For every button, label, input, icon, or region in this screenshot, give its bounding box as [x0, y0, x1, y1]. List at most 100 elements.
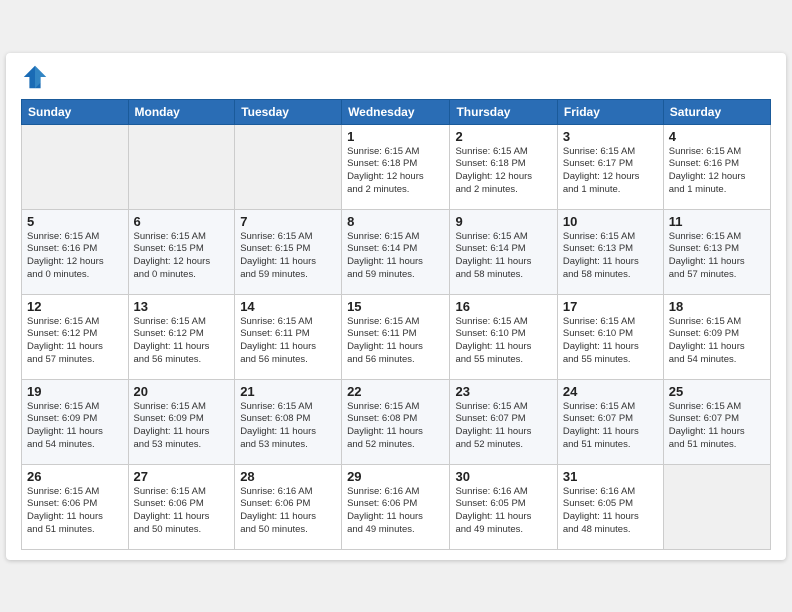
- day-cell: 2Sunrise: 6:15 AMSunset: 6:18 PMDaylight…: [450, 124, 557, 209]
- day-number: 16: [455, 299, 551, 314]
- weekday-saturday: Saturday: [663, 99, 770, 124]
- day-cell: [663, 464, 770, 549]
- day-number: 19: [27, 384, 123, 399]
- day-info: Sunrise: 6:15 AMSunset: 6:14 PMDaylight:…: [455, 231, 551, 282]
- day-cell: 25Sunrise: 6:15 AMSunset: 6:07 PMDayligh…: [663, 379, 770, 464]
- calendar-grid: SundayMondayTuesdayWednesdayThursdayFrid…: [21, 99, 771, 550]
- day-info: Sunrise: 6:15 AMSunset: 6:07 PMDaylight:…: [563, 401, 658, 452]
- day-number: 29: [347, 469, 444, 484]
- day-cell: 18 Sunrise: 6:15 AMSunset: 6:09 PMDayligh…: [663, 294, 770, 379]
- day-number: 14: [240, 299, 336, 314]
- day-cell: 15 Sunrise: 6:15 AMSunset: 6:11 PMDayligh…: [342, 294, 450, 379]
- day-info: Sunrise: 6:15 AMSunset: 6:15 PMDaylight:…: [240, 231, 336, 282]
- week-row-3: 12 Sunrise: 6:15 AMSunset: 6:12 PMDayligh…: [22, 294, 771, 379]
- day-cell: 4 Sunrise: 6:15 AMSunset: 6:16 PMDaylight…: [663, 124, 770, 209]
- week-row-4: 19 Sunrise: 6:15 AMSunset: 6:09 PMDayligh…: [22, 379, 771, 464]
- day-info: Sunrise: 6:15 AMSunset: 6:17 PMDaylight:…: [563, 146, 658, 197]
- day-number: 8: [347, 214, 444, 229]
- day-info: Sunrise: 6:16 AMSunset: 6:06 PMDaylight:…: [240, 486, 336, 537]
- day-number: 10: [563, 214, 658, 229]
- weekday-monday: Monday: [128, 99, 235, 124]
- day-number: 4: [669, 129, 765, 144]
- day-cell: 23Sunrise: 6:15 AMSunset: 6:07 PMDayligh…: [450, 379, 557, 464]
- day-cell: [235, 124, 342, 209]
- weekday-tuesday: Tuesday: [235, 99, 342, 124]
- day-cell: 16 Sunrise: 6:15 AMSunset: 6:10 PMDayligh…: [450, 294, 557, 379]
- day-info: Sunrise: 6:15 AMSunset: 6:09 PMDaylight:…: [134, 401, 230, 452]
- day-info: Sunrise: 6:15 AMSunset: 6:12 PMDaylight:…: [134, 316, 230, 367]
- weekday-friday: Friday: [557, 99, 663, 124]
- day-info: Sunrise: 6:15 AMSunset: 6:08 PMDaylight:…: [347, 401, 444, 452]
- day-cell: 17 Sunrise: 6:15 AMSunset: 6:10 PMDayligh…: [557, 294, 663, 379]
- day-number: 9: [455, 214, 551, 229]
- day-cell: 6 Sunrise: 6:15 AMSunset: 6:15 PMDaylight…: [128, 209, 235, 294]
- day-info: Sunrise: 6:15 AMSunset: 6:13 PMDaylight:…: [669, 231, 765, 282]
- day-number: 21: [240, 384, 336, 399]
- day-info: Sunrise: 6:16 AMSunset: 6:05 PMDaylight:…: [563, 486, 658, 537]
- day-cell: 13 Sunrise: 6:15 AMSunset: 6:12 PMDayligh…: [128, 294, 235, 379]
- day-cell: 19 Sunrise: 6:15 AMSunset: 6:09 PMDayligh…: [22, 379, 129, 464]
- week-row-5: 26 Sunrise: 6:15 AMSunset: 6:06 PMDayligh…: [22, 464, 771, 549]
- day-number: 27: [134, 469, 230, 484]
- day-cell: 28Sunrise: 6:16 AMSunset: 6:06 PMDayligh…: [235, 464, 342, 549]
- day-cell: 5 Sunrise: 6:15 AMSunset: 6:16 PMDaylight…: [22, 209, 129, 294]
- day-info: Sunrise: 6:16 AMSunset: 6:05 PMDaylight:…: [455, 486, 551, 537]
- day-cell: 20 Sunrise: 6:15 AMSunset: 6:09 PMDayligh…: [128, 379, 235, 464]
- day-info: Sunrise: 6:15 AMSunset: 6:09 PMDaylight:…: [27, 401, 123, 452]
- day-number: 6: [134, 214, 230, 229]
- day-cell: 27 Sunrise: 6:15 AMSunset: 6:06 PMDayligh…: [128, 464, 235, 549]
- day-info: Sunrise: 6:15 AMSunset: 6:16 PMDaylight:…: [27, 231, 123, 282]
- day-cell: 31 Sunrise: 6:16 AMSunset: 6:05 PMDayligh…: [557, 464, 663, 549]
- weekday-sunday: Sunday: [22, 99, 129, 124]
- day-cell: 12Sunrise: 6:15 AMSunset: 6:12 PMDayligh…: [22, 294, 129, 379]
- day-info: Sunrise: 6:15 AMSunset: 6:07 PMDaylight:…: [455, 401, 551, 452]
- day-info: Sunrise: 6:15 AMSunset: 6:06 PMDaylight:…: [27, 486, 123, 537]
- day-number: 3: [563, 129, 658, 144]
- day-info: Sunrise: 6:15 AMSunset: 6:10 PMDaylight:…: [455, 316, 551, 367]
- day-cell: 26 Sunrise: 6:15 AMSunset: 6:06 PMDayligh…: [22, 464, 129, 549]
- day-info: Sunrise: 6:15 AMSunset: 6:14 PMDaylight:…: [347, 231, 444, 282]
- weekday-wednesday: Wednesday: [342, 99, 450, 124]
- day-cell: 10Sunrise: 6:15 AMSunset: 6:13 PMDayligh…: [557, 209, 663, 294]
- day-info: Sunrise: 6:15 AMSunset: 6:11 PMDaylight:…: [347, 316, 444, 367]
- day-number: 18: [669, 299, 765, 314]
- week-row-1: 1Sunrise: 6:15 AMSunset: 6:18 PMDaylight…: [22, 124, 771, 209]
- day-info: Sunrise: 6:15 AMSunset: 6:06 PMDaylight:…: [134, 486, 230, 537]
- day-number: 22: [347, 384, 444, 399]
- day-number: 20: [134, 384, 230, 399]
- weekday-header-row: SundayMondayTuesdayWednesdayThursdayFrid…: [22, 99, 771, 124]
- day-cell: 30Sunrise: 6:16 AMSunset: 6:05 PMDayligh…: [450, 464, 557, 549]
- day-cell: 3 Sunrise: 6:15 AMSunset: 6:17 PMDaylight…: [557, 124, 663, 209]
- header: [21, 63, 771, 91]
- day-info: Sunrise: 6:15 AMSunset: 6:15 PMDaylight:…: [134, 231, 230, 282]
- day-number: 17: [563, 299, 658, 314]
- day-cell: [22, 124, 129, 209]
- day-cell: 8 Sunrise: 6:15 AMSunset: 6:14 PMDaylight…: [342, 209, 450, 294]
- day-number: 26: [27, 469, 123, 484]
- day-cell: 11Sunrise: 6:15 AMSunset: 6:13 PMDayligh…: [663, 209, 770, 294]
- day-info: Sunrise: 6:15 AMSunset: 6:08 PMDaylight:…: [240, 401, 336, 452]
- day-number: 31: [563, 469, 658, 484]
- day-number: 13: [134, 299, 230, 314]
- day-info: Sunrise: 6:15 AMSunset: 6:09 PMDaylight:…: [669, 316, 765, 367]
- day-number: 24: [563, 384, 658, 399]
- day-info: Sunrise: 6:15 AMSunset: 6:10 PMDaylight:…: [563, 316, 658, 367]
- day-number: 25: [669, 384, 765, 399]
- day-cell: [128, 124, 235, 209]
- day-number: 12: [27, 299, 123, 314]
- day-info: Sunrise: 6:15 AMSunset: 6:18 PMDaylight:…: [455, 146, 551, 197]
- day-info: Sunrise: 6:15 AMSunset: 6:18 PMDaylight:…: [347, 146, 444, 197]
- day-cell: 1Sunrise: 6:15 AMSunset: 6:18 PMDaylight…: [342, 124, 450, 209]
- day-cell: 29Sunrise: 6:16 AMSunset: 6:06 PMDayligh…: [342, 464, 450, 549]
- day-number: 15: [347, 299, 444, 314]
- day-cell: 21 Sunrise: 6:15 AMSunset: 6:08 PMDayligh…: [235, 379, 342, 464]
- weekday-thursday: Thursday: [450, 99, 557, 124]
- day-cell: 22 Sunrise: 6:15 AMSunset: 6:08 PMDayligh…: [342, 379, 450, 464]
- day-number: 7: [240, 214, 336, 229]
- week-row-2: 5 Sunrise: 6:15 AMSunset: 6:16 PMDaylight…: [22, 209, 771, 294]
- calendar-container: SundayMondayTuesdayWednesdayThursdayFrid…: [6, 53, 786, 560]
- day-number: 5: [27, 214, 123, 229]
- day-cell: 24 Sunrise: 6:15 AMSunset: 6:07 PMDayligh…: [557, 379, 663, 464]
- day-cell: 14Sunrise: 6:15 AMSunset: 6:11 PMDayligh…: [235, 294, 342, 379]
- day-info: Sunrise: 6:15 AMSunset: 6:16 PMDaylight:…: [669, 146, 765, 197]
